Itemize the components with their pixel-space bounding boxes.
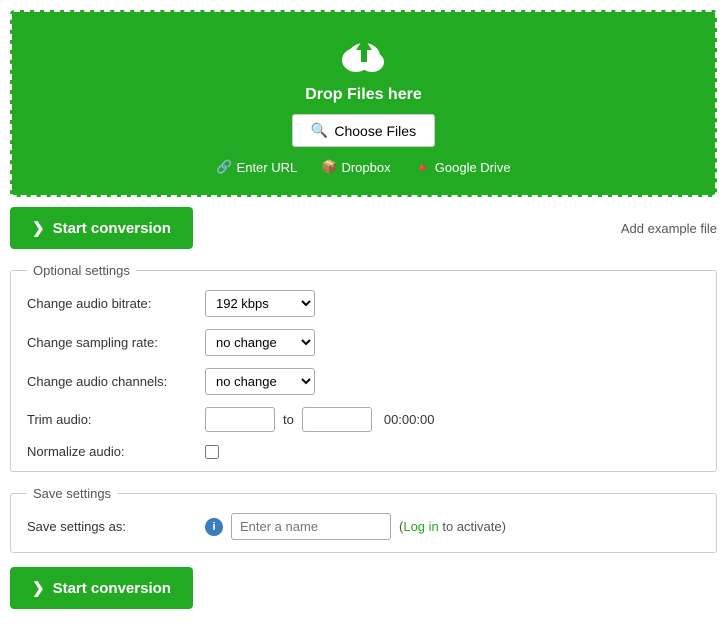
upload-icon	[336, 32, 392, 78]
drop-files-text: Drop Files here	[22, 86, 705, 104]
optional-settings-legend: Optional settings	[27, 263, 136, 278]
drop-zone[interactable]: Drop Files here 🔍 Choose Files 🔗 Enter U…	[10, 10, 717, 197]
save-name-input[interactable]	[231, 513, 391, 540]
dropbox-link[interactable]: 📦 Dropbox	[321, 159, 390, 175]
channels-label: Change audio channels:	[27, 374, 197, 389]
add-example-link[interactable]: Add example file	[621, 221, 717, 236]
info-icon[interactable]: i	[205, 518, 223, 536]
save-as-label: Save settings as:	[27, 519, 197, 534]
start-conversion-button-top[interactable]: ❯ Start conversion	[10, 207, 193, 249]
trim-start-input[interactable]	[205, 407, 275, 432]
trim-label: Trim audio:	[27, 412, 197, 427]
chevron-right-icon-bottom: ❯	[32, 579, 45, 597]
bitrate-label: Change audio bitrate:	[27, 296, 197, 311]
login-link[interactable]: Log in	[403, 519, 438, 534]
normalize-row: Normalize audio:	[27, 444, 700, 459]
sampling-label: Change sampling rate:	[27, 335, 197, 350]
trim-to-text: to	[283, 412, 294, 427]
bitrate-row: Change audio bitrate: 192 kbps 128 kbps …	[27, 290, 700, 317]
top-action-bar: ❯ Start conversion Add example file	[10, 207, 717, 249]
channels-row: Change audio channels: no change 1 (Mono…	[27, 368, 700, 395]
enter-url-link[interactable]: 🔗 Enter URL	[216, 159, 297, 175]
choose-files-button[interactable]: 🔍 Choose Files	[292, 114, 435, 147]
save-settings-legend: Save settings	[27, 486, 117, 501]
bottom-action-bar: ❯ Start conversion	[10, 567, 717, 609]
sampling-select[interactable]: no change 8000 Hz 11025 Hz 22050 Hz 4410…	[205, 329, 315, 356]
google-drive-icon: 🔺	[415, 159, 431, 175]
bitrate-select[interactable]: 192 kbps 128 kbps 256 kbps 320 kbps 64 k…	[205, 290, 315, 317]
chevron-right-icon-top: ❯	[32, 219, 45, 237]
sampling-row: Change sampling rate: no change 8000 Hz …	[27, 329, 700, 356]
channels-select[interactable]: no change 1 (Mono) 2 (Stereo)	[205, 368, 315, 395]
login-text: (Log in to activate)	[399, 519, 506, 534]
optional-settings-section: Optional settings Change audio bitrate: …	[10, 263, 717, 472]
normalize-checkbox[interactable]	[205, 445, 219, 459]
search-icon: 🔍	[311, 122, 328, 139]
google-drive-link[interactable]: 🔺 Google Drive	[415, 159, 511, 175]
trim-end-input[interactable]	[302, 407, 372, 432]
trim-row: Trim audio: to 00:00:00	[27, 407, 700, 432]
save-as-row: Save settings as: i (Log in to activate)	[27, 513, 700, 540]
dropbox-icon: 📦	[321, 159, 337, 175]
normalize-label: Normalize audio:	[27, 444, 197, 459]
trim-time-text: 00:00:00	[384, 412, 435, 427]
link-icon: 🔗	[216, 159, 232, 175]
save-settings-section: Save settings Save settings as: i (Log i…	[10, 486, 717, 553]
start-conversion-button-bottom[interactable]: ❯ Start conversion	[10, 567, 193, 609]
